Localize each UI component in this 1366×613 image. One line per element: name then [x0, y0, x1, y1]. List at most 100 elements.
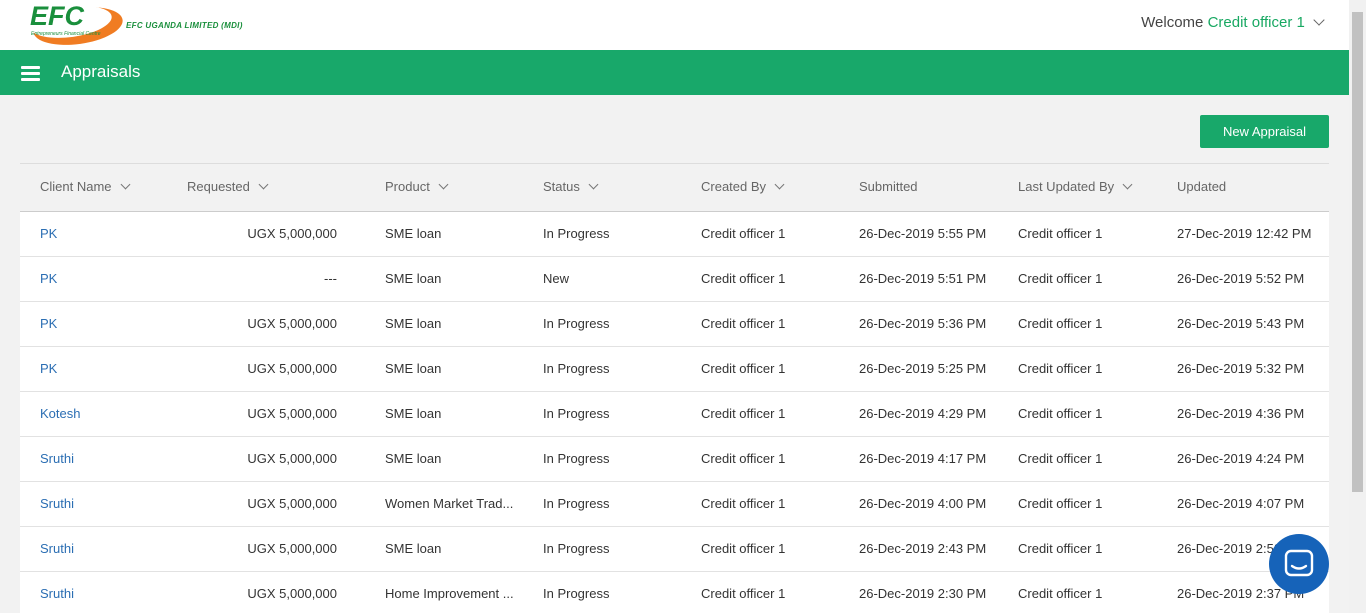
chevron-down-icon — [1313, 14, 1325, 26]
cell-last-updated-by: Credit officer 1 — [1018, 316, 1103, 331]
column-header-created-by[interactable]: Created By — [701, 179, 785, 194]
cell-last-updated-by: Credit officer 1 — [1018, 271, 1103, 286]
chat-icon — [1284, 549, 1314, 577]
column-header-product[interactable]: Product — [385, 179, 449, 194]
column-header-updated: Updated — [1177, 179, 1226, 194]
cell-status: In Progress — [543, 316, 610, 331]
cell-last-updated-by: Credit officer 1 — [1018, 496, 1103, 511]
cell-client-name-link[interactable]: PK — [40, 271, 57, 286]
cell-updated: 26-Dec-2019 4:36 PM — [1177, 406, 1305, 421]
cell-requested: UGX 5,000,000 — [247, 406, 337, 421]
column-header-label: Last Updated By — [1018, 179, 1115, 194]
company-name: EFC UGANDA LIMITED (MDI) — [126, 21, 243, 30]
new-appraisal-button[interactable]: New Appraisal — [1200, 115, 1329, 148]
column-header-label: Updated — [1177, 179, 1227, 194]
cell-created-by: Credit officer 1 — [701, 271, 786, 286]
cell-updated: 27-Dec-2019 12:42 PM — [1177, 226, 1312, 241]
cell-requested: UGX 5,000,000 — [247, 361, 337, 376]
table-row[interactable]: Sruthi UGX 5,000,000 SME loan In Progress Cr… — [20, 527, 1329, 572]
cell-created-by: Credit officer 1 — [701, 226, 786, 241]
cell-requested: UGX 5,000,000 — [247, 496, 337, 511]
hamburger-icon[interactable] — [21, 66, 40, 81]
cell-created-by: Credit officer 1 — [701, 451, 786, 466]
cell-product: Women Market Trad... — [385, 496, 514, 511]
column-header-requested[interactable]: Requested — [187, 179, 269, 194]
nav-bar: Appraisals — [0, 50, 1349, 95]
cell-product: SME loan — [385, 361, 442, 376]
cell-status: In Progress — [543, 496, 610, 511]
user-menu[interactable]: Welcome Credit officer 1 — [1141, 14, 1325, 31]
chevron-down-icon[interactable] — [1122, 179, 1133, 190]
cell-requested: UGX 5,000,000 — [247, 541, 337, 556]
cell-last-updated-by: Credit officer 1 — [1018, 586, 1103, 601]
table-header: Client Name Requested Product Status Created… — [20, 163, 1329, 212]
top-header: EFC Entrepreneurs Financial Centre EFC U… — [0, 0, 1349, 50]
chevron-down-icon[interactable] — [120, 179, 130, 190]
table-row[interactable]: Kotesh UGX 5,000,000 SME loan In Progress Cr… — [20, 392, 1329, 437]
table-row[interactable]: PK UGX 5,000,000 SME loan In Progress Credit… — [20, 302, 1329, 347]
logo-tagline: Entrepreneurs Financial Centre — [31, 31, 101, 37]
cell-requested: --- — [324, 271, 337, 286]
vertical-scrollbar[interactable] — [1349, 0, 1366, 613]
cell-status: In Progress — [543, 361, 610, 376]
cell-created-by: Credit officer 1 — [701, 541, 786, 556]
cell-created-by: Credit officer 1 — [701, 361, 786, 376]
column-header-label: Created By — [701, 179, 767, 194]
cell-client-name-link[interactable]: Kotesh — [40, 406, 80, 421]
cell-status: In Progress — [543, 586, 610, 601]
column-header-label: Requested — [187, 179, 250, 194]
column-header-client-name[interactable]: Client Name — [40, 179, 130, 194]
toolbar: New Appraisal — [20, 115, 1329, 163]
table-body: PK UGX 5,000,000 SME loan In Progress Credit… — [20, 212, 1329, 613]
welcome-label: Welcome — [1141, 14, 1204, 31]
cell-submitted: 26-Dec-2019 2:30 PM — [859, 586, 987, 601]
chevron-down-icon[interactable] — [774, 179, 785, 190]
table-row[interactable]: PK --- SME loan New Credit officer 1 26-Dec-2… — [20, 257, 1329, 302]
cell-last-updated-by: Credit officer 1 — [1018, 226, 1103, 241]
cell-submitted: 26-Dec-2019 2:43 PM — [859, 541, 987, 556]
cell-requested: UGX 5,000,000 — [247, 226, 337, 241]
cell-product: SME loan — [385, 406, 442, 421]
scrollbar-thumb[interactable] — [1352, 12, 1363, 492]
cell-submitted: 26-Dec-2019 5:51 PM — [859, 271, 987, 286]
column-header-status[interactable]: Status — [543, 179, 599, 194]
logo-mark: EFC — [30, 1, 84, 31]
cell-client-name-link[interactable]: PK — [40, 226, 57, 241]
cell-client-name-link[interactable]: Sruthi — [40, 541, 74, 556]
cell-client-name-link[interactable]: PK — [40, 361, 57, 376]
cell-updated: 26-Dec-2019 4:24 PM — [1177, 451, 1305, 466]
cell-status: In Progress — [543, 226, 610, 241]
chat-launcher-button[interactable] — [1269, 534, 1329, 594]
column-header-last-updated-by[interactable]: Last Updated By — [1018, 179, 1133, 194]
chevron-down-icon[interactable] — [588, 179, 599, 190]
cell-client-name-link[interactable]: Sruthi — [40, 451, 74, 466]
cell-client-name-link[interactable]: Sruthi — [40, 586, 74, 601]
table-row[interactable]: Sruthi UGX 5,000,000 Women Market Trad... I… — [20, 482, 1329, 527]
cell-client-name-link[interactable]: Sruthi — [40, 496, 74, 511]
cell-client-name-link[interactable]: PK — [40, 316, 57, 331]
table-row[interactable]: Sruthi UGX 5,000,000 Home Improvement ... I… — [20, 572, 1329, 613]
cell-last-updated-by: Credit officer 1 — [1018, 541, 1103, 556]
cell-status: In Progress — [543, 406, 610, 421]
cell-updated: 26-Dec-2019 5:32 PM — [1177, 361, 1305, 376]
cell-last-updated-by: Credit officer 1 — [1018, 406, 1103, 421]
user-name: Credit officer 1 — [1207, 14, 1305, 31]
chevron-down-icon[interactable] — [438, 179, 449, 190]
cell-product: SME loan — [385, 541, 442, 556]
column-header-label: Client Name — [40, 179, 112, 194]
table-row[interactable]: PK UGX 5,000,000 SME loan In Progress Credit… — [20, 347, 1329, 392]
appraisals-panel: New Appraisal Client Name Requested Produc… — [20, 115, 1329, 613]
cell-submitted: 26-Dec-2019 5:55 PM — [859, 226, 987, 241]
chevron-down-icon[interactable] — [258, 179, 269, 190]
efc-logo[interactable]: EFC Entrepreneurs Financial Centre EFC U… — [28, 1, 268, 45]
cell-submitted: 26-Dec-2019 4:17 PM — [859, 451, 987, 466]
column-header-submitted: Submitted — [859, 179, 918, 194]
cell-status: In Progress — [543, 451, 610, 466]
cell-last-updated-by: Credit officer 1 — [1018, 361, 1103, 376]
table-row[interactable]: Sruthi UGX 5,000,000 SME loan In Progress Cr… — [20, 437, 1329, 482]
cell-submitted: 26-Dec-2019 4:00 PM — [859, 496, 987, 511]
table-row[interactable]: PK UGX 5,000,000 SME loan In Progress Credit… — [20, 212, 1329, 257]
column-header-label: Product — [385, 179, 430, 194]
cell-product: Home Improvement ... — [385, 586, 514, 601]
cell-created-by: Credit officer 1 — [701, 406, 786, 421]
